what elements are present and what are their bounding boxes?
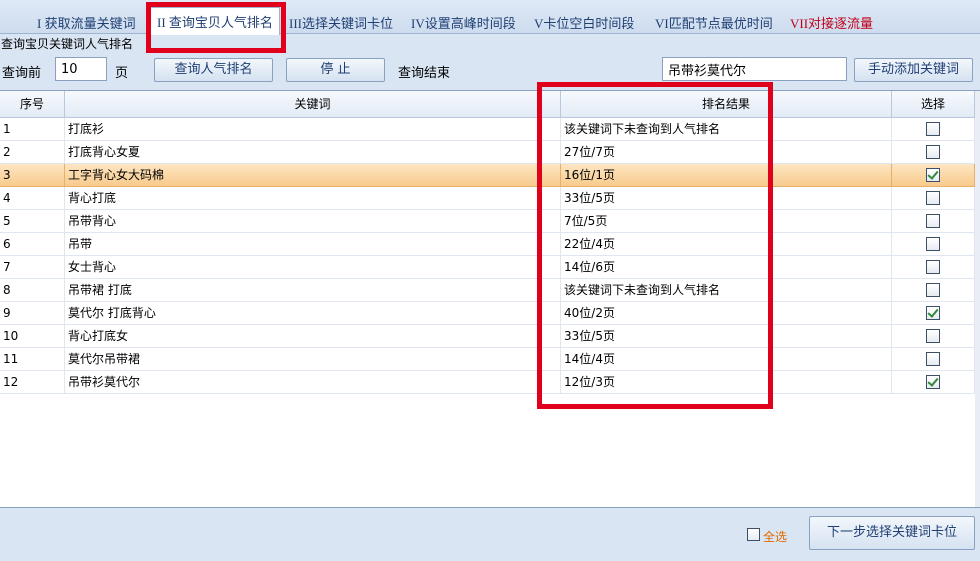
row-keyword: 女士背心 [65, 256, 561, 279]
checkbox-icon [747, 528, 760, 541]
tab-traffic[interactable]: VII对接逐流量 [790, 10, 873, 34]
row-keyword: 莫代尔吊带裙 [65, 348, 561, 371]
row-select-checkbox[interactable] [926, 122, 940, 136]
row-select-cell [892, 325, 975, 348]
row-select-checkbox[interactable] [926, 168, 940, 182]
row-keyword: 背心打底女 [65, 325, 561, 348]
row-select-checkbox[interactable] [926, 237, 940, 251]
tab-match-node[interactable]: VI匹配节点最优时间 [655, 10, 773, 34]
vertical-scrollbar[interactable] [975, 91, 980, 507]
table-row[interactable]: 3 工字背心女大码棉 16位/1页 [0, 164, 975, 187]
query-rank-button[interactable]: 查询人气排名 [154, 58, 273, 82]
column-header-select[interactable]: 选择 [892, 91, 975, 118]
row-keyword: 吊带背心 [65, 210, 561, 233]
row-rank-result: 40位/2页 [561, 302, 892, 325]
row-select-cell [892, 141, 975, 164]
table-row[interactable]: 8 吊带裙 打底 该关键词下未查询到人气排名 [0, 279, 975, 302]
row-rank-result: 该关键词下未查询到人气排名 [561, 118, 892, 141]
row-number: 5 [0, 210, 65, 233]
table-row[interactable]: 7 女士背心 14位/6页 [0, 256, 975, 279]
row-select-checkbox[interactable] [926, 329, 940, 343]
row-number: 9 [0, 302, 65, 325]
row-rank-result: 7位/5页 [561, 210, 892, 233]
row-rank-result: 该关键词下未查询到人气排名 [561, 279, 892, 302]
keyword-rank-table: 序号 关键词 排名结果 选择 1 打底衫 该关键词下未查询到人气排名 2 打底背心女夏 2… [0, 90, 980, 508]
query-before-label: 查询前 [2, 66, 42, 81]
tab-select-keyword-slot[interactable]: III选择关键词卡位 [289, 10, 393, 34]
row-number: 7 [0, 256, 65, 279]
row-rank-result: 27位/7页 [561, 141, 892, 164]
row-keyword: 莫代尔 打底背心 [65, 302, 561, 325]
row-select-cell [892, 279, 975, 302]
row-select-checkbox[interactable] [926, 283, 940, 297]
column-header-no[interactable]: 序号 [0, 91, 65, 118]
table-row[interactable]: 5 吊带背心 7位/5页 [0, 210, 975, 233]
table-row[interactable]: 9 莫代尔 打底背心 40位/2页 [0, 302, 975, 325]
tab-strip: I 获取流量关键词 II 查询宝贝人气排名 III选择关键词卡位 IV设置高峰时… [0, 0, 980, 35]
row-select-checkbox[interactable] [926, 375, 940, 389]
row-number: 1 [0, 118, 65, 141]
table-row[interactable]: 2 打底背心女夏 27位/7页 [0, 141, 975, 164]
row-select-cell [892, 302, 975, 325]
tab-blank-time[interactable]: V卡位空白时间段 [534, 10, 634, 34]
row-rank-result: 33位/5页 [561, 325, 892, 348]
next-step-button[interactable]: 下一步选择关键词卡位 [809, 516, 975, 550]
row-select-checkbox[interactable] [926, 214, 940, 228]
table-row[interactable]: 11 莫代尔吊带裙 14位/4页 [0, 348, 975, 371]
row-number: 6 [0, 233, 65, 256]
table-row[interactable]: 6 吊带 22位/4页 [0, 233, 975, 256]
pages-input[interactable] [55, 57, 107, 81]
stop-button[interactable]: 停 止 [286, 58, 385, 82]
tab-query-rank[interactable]: II 查询宝贝人气排名 [150, 7, 280, 35]
table-row[interactable]: 1 打底衫 该关键词下未查询到人气排名 [0, 118, 975, 141]
row-number: 2 [0, 141, 65, 164]
row-number: 11 [0, 348, 65, 371]
row-keyword: 吊带衫莫代尔 [65, 371, 561, 394]
column-header-result[interactable]: 排名结果 [561, 91, 892, 118]
select-all-label[interactable]: 全选 [763, 528, 787, 545]
row-select-cell [892, 371, 975, 394]
row-select-checkbox[interactable] [926, 191, 940, 205]
table-row[interactable]: 10 背心打底女 33位/5页 [0, 325, 975, 348]
row-keyword: 背心打底 [65, 187, 561, 210]
tab-peak-time[interactable]: IV设置高峰时间段 [411, 10, 516, 34]
row-select-cell [892, 233, 975, 256]
row-select-cell [892, 164, 975, 187]
row-number: 4 [0, 187, 65, 210]
section-title: 查询宝贝关键词人气排名 [1, 37, 134, 51]
keyword-input[interactable] [662, 57, 847, 81]
row-rank-result: 14位/6页 [561, 256, 892, 279]
add-keyword-button[interactable]: 手动添加关键词 [854, 58, 973, 82]
row-select-cell [892, 348, 975, 371]
tab-get-keywords[interactable]: I 获取流量关键词 [37, 10, 136, 34]
row-select-cell [892, 187, 975, 210]
row-select-checkbox[interactable] [926, 145, 940, 159]
row-number: 8 [0, 279, 65, 302]
row-select-checkbox[interactable] [926, 306, 940, 320]
row-select-checkbox[interactable] [926, 352, 940, 366]
row-select-checkbox[interactable] [926, 260, 940, 274]
row-keyword: 吊带裙 打底 [65, 279, 561, 302]
column-header-keyword[interactable]: 关键词 [65, 91, 561, 118]
row-rank-result: 33位/5页 [561, 187, 892, 210]
row-select-cell [892, 118, 975, 141]
row-select-cell [892, 256, 975, 279]
row-rank-result: 14位/4页 [561, 348, 892, 371]
table-row[interactable]: 12 吊带衫莫代尔 12位/3页 [0, 371, 975, 394]
row-rank-result: 22位/4页 [561, 233, 892, 256]
select-all-checkbox[interactable] [747, 528, 760, 544]
row-rank-result: 12位/3页 [561, 371, 892, 394]
row-number: 10 [0, 325, 65, 348]
table-row[interactable]: 4 背心打底 33位/5页 [0, 187, 975, 210]
row-keyword: 打底衫 [65, 118, 561, 141]
page-unit-label: 页 [115, 66, 129, 81]
row-select-cell [892, 210, 975, 233]
row-keyword: 工字背心女大码棉 [65, 164, 561, 187]
row-keyword: 吊带 [65, 233, 561, 256]
row-number: 12 [0, 371, 65, 394]
query-status: 查询结束 [398, 66, 451, 81]
row-number: 3 [0, 164, 65, 187]
row-keyword: 打底背心女夏 [65, 141, 561, 164]
row-rank-result: 16位/1页 [561, 164, 892, 187]
